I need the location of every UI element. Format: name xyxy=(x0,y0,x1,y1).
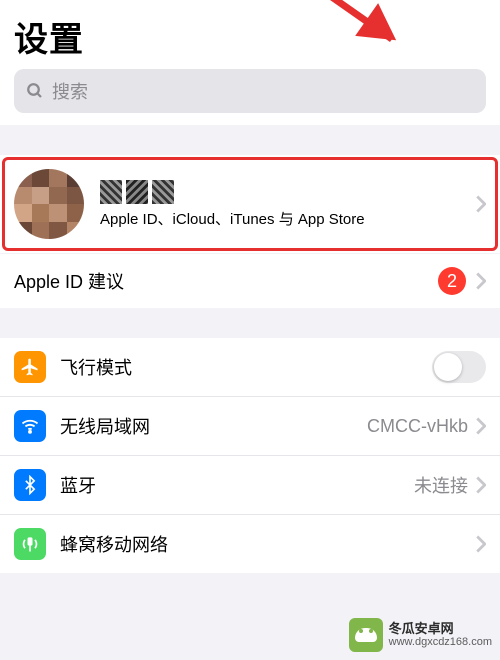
section-gap xyxy=(0,308,500,338)
profile-name xyxy=(100,180,476,204)
airplane-toggle[interactable] xyxy=(432,351,486,383)
suggestions-label: Apple ID 建议 xyxy=(14,268,438,294)
watermark: 冬瓜安卓网 www.dgxcdz168.com xyxy=(349,618,492,652)
cellular-label: 蜂窝移动网络 xyxy=(60,531,476,557)
bluetooth-value: 未连接 xyxy=(414,472,468,498)
profile-section: Apple ID、iCloud、iTunes 与 App Store xyxy=(0,155,500,253)
search-input[interactable]: 搜索 xyxy=(14,69,486,113)
airplane-icon xyxy=(14,351,46,383)
profile-text: Apple ID、iCloud、iTunes 与 App Store xyxy=(100,180,476,229)
profile-row[interactable]: Apple ID、iCloud、iTunes 与 App Store xyxy=(0,155,500,253)
search-icon xyxy=(26,82,44,100)
network-section: 飞行模式 无线局域网 CMCC-vHkb 蓝牙 未连接 蜂窝移动网络 xyxy=(0,338,500,573)
android-icon xyxy=(349,618,383,652)
airplane-label: 飞行模式 xyxy=(60,354,432,380)
page-title: 设置 xyxy=(14,12,486,61)
chevron-right-icon xyxy=(476,417,486,435)
bluetooth-label: 蓝牙 xyxy=(60,472,414,498)
watermark-text: 冬瓜安卓网 www.dgxcdz168.com xyxy=(389,621,492,650)
chevron-right-icon xyxy=(476,195,486,213)
avatar xyxy=(14,169,84,239)
apple-id-suggestions-row[interactable]: Apple ID 建议 2 xyxy=(0,254,500,308)
section-gap xyxy=(0,125,500,155)
suggestions-badge: 2 xyxy=(438,267,466,295)
search-placeholder: 搜索 xyxy=(52,78,88,104)
chevron-right-icon xyxy=(476,535,486,553)
wifi-label: 无线局域网 xyxy=(60,413,367,439)
airplane-mode-row[interactable]: 飞行模式 xyxy=(0,338,500,397)
bluetooth-row[interactable]: 蓝牙 未连接 xyxy=(0,456,500,515)
header: 设置 xyxy=(0,0,500,69)
bluetooth-icon xyxy=(14,469,46,501)
watermark-line2: www.dgxcdz168.com xyxy=(389,636,492,649)
wifi-row[interactable]: 无线局域网 CMCC-vHkb xyxy=(0,397,500,456)
cellular-row[interactable]: 蜂窝移动网络 xyxy=(0,515,500,573)
wifi-icon xyxy=(14,410,46,442)
chevron-right-icon xyxy=(476,476,486,494)
wifi-value: CMCC-vHkb xyxy=(367,416,468,437)
watermark-line1: 冬瓜安卓网 xyxy=(389,621,492,637)
profile-subtitle: Apple ID、iCloud、iTunes 与 App Store xyxy=(100,208,476,229)
cellular-icon xyxy=(14,528,46,560)
chevron-right-icon xyxy=(476,272,486,290)
search-wrap: 搜索 xyxy=(0,69,500,125)
suggestions-section: Apple ID 建议 2 xyxy=(0,254,500,308)
